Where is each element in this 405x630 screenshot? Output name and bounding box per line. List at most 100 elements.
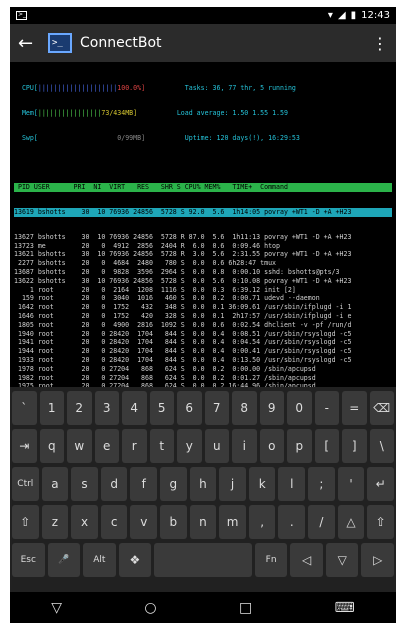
key-5[interactable]: 5 (149, 391, 174, 425)
back-arrow-icon[interactable]: ← (18, 33, 48, 54)
key-3[interactable]: 3 (94, 391, 119, 425)
key-9[interactable]: l (278, 467, 306, 501)
enter-key[interactable]: ↵ (367, 467, 394, 501)
process-row[interactable]: 1944 root 20 0 28420 1704 844 S 0.0 0.4 … (14, 347, 392, 356)
mem-bar: |||||||||||||||| (37, 108, 102, 117)
key-12[interactable]: = (342, 391, 367, 425)
key-12[interactable]: ] (342, 429, 367, 463)
key-4[interactable]: f (130, 467, 158, 501)
arrow-right-key[interactable]: ▷ (361, 543, 395, 577)
key-8[interactable]: i (232, 429, 257, 463)
key-7[interactable]: u (204, 429, 229, 463)
cpu-bar: |||||||||||||||||||| (37, 84, 118, 92)
key-5[interactable]: t (149, 429, 174, 463)
key-3[interactable]: d (100, 467, 128, 501)
process-row[interactable]: 2277 bshotts 20 0 4684 2480 780 S 0.0 0.… (14, 259, 392, 268)
key-1[interactable]: 1 (39, 391, 64, 425)
key-6[interactable]: h (189, 467, 217, 501)
nav-home-icon[interactable]: ○ (144, 600, 156, 616)
tab-key[interactable]: ⇥ (12, 429, 37, 463)
navigation-bar: ▽ ○ □ ⌨ (10, 592, 396, 623)
key-2[interactable]: w (67, 429, 92, 463)
shift-key[interactable]: ⇧ (367, 505, 394, 539)
terminal-view[interactable]: CPU[||||||||||||||||||||100.0%] Tasks: 3… (10, 62, 396, 387)
key-5[interactable]: g (160, 467, 187, 501)
key-3[interactable]: e (94, 429, 119, 463)
key-8[interactable]: , (248, 505, 276, 539)
key-1[interactable]: a (41, 467, 69, 501)
backspace-key[interactable]: ⌫ (369, 391, 394, 425)
key-8[interactable]: k (248, 467, 276, 501)
process-row-selected[interactable]: 13619 bshotts 30 10 76936 24856 5728 S 9… (14, 207, 392, 217)
mem-label: Mem[ (21, 108, 38, 117)
terminal-notification-icon: >_ (16, 11, 27, 20)
key-13[interactable]: \ (369, 429, 394, 463)
app-bar: ← >_ ConnectBot ⋮ (10, 24, 396, 62)
key-4[interactable]: r (122, 429, 147, 463)
key-2[interactable]: x (71, 505, 98, 539)
process-row[interactable]: 159 root 20 0 3040 1016 460 S 0.0 0.2 0:… (14, 294, 392, 303)
alt-key[interactable]: Alt (83, 543, 116, 577)
symbols-key[interactable]: ❖ (118, 543, 152, 577)
process-row[interactable]: 1978 root 20 0 27204 868 624 S 0.0 0.2 0… (14, 365, 392, 374)
key-11[interactable]: - (314, 391, 339, 425)
wifi-icon: ▾ (327, 10, 333, 21)
process-table-header: PID USER PRI NI VIRT RES SHR S CPU% MEM%… (14, 183, 392, 192)
process-row[interactable]: 13622 bshotts 30 10 76936 24856 5728 S 0… (14, 277, 392, 286)
process-row[interactable]: 1805 root 20 0 4900 2816 1092 S 0.0 0.6 … (14, 321, 392, 330)
key-11[interactable]: [ (314, 429, 339, 463)
process-row[interactable]: 1642 root 20 0 1752 432 348 S 0.0 0.1 36… (14, 303, 392, 312)
key-1[interactable]: z (41, 505, 69, 539)
process-row[interactable]: 1982 root 20 0 27204 868 624 S 0.0 0.2 0… (14, 374, 392, 383)
key-8[interactable]: 8 (232, 391, 257, 425)
key-10[interactable]: ; (308, 467, 335, 501)
key-6[interactable]: y (177, 429, 202, 463)
key-5[interactable]: b (160, 505, 187, 539)
arrow-down-key[interactable]: ▽ (325, 543, 359, 577)
ctrl-key[interactable]: Ctrl (12, 467, 39, 501)
process-row[interactable]: 13627 bshotts 30 10 76936 24856 5728 R 8… (14, 233, 392, 242)
key-10[interactable]: / (308, 505, 335, 539)
key-7[interactable]: m (219, 505, 246, 539)
overflow-menu-icon[interactable]: ⋮ (372, 34, 388, 53)
nav-recents-icon[interactable]: □ (239, 600, 252, 616)
keyboard-switch-icon[interactable]: ⌨ (335, 600, 355, 616)
keyboard-row-bottom-letters: ⇧ z x c v b n m,. / △ ⇧ (12, 505, 394, 539)
arrow-left-key[interactable]: ◁ (290, 543, 323, 577)
key-3[interactable]: c (100, 505, 128, 539)
process-row[interactable]: 1941 root 20 0 28420 1704 844 S 0.0 0.4 … (14, 338, 392, 347)
key-0[interactable]: ` (12, 391, 37, 425)
process-row[interactable]: 13687 bshotts 20 0 9828 3596 2964 S 0.0 … (14, 268, 392, 277)
key-10[interactable]: p (287, 429, 312, 463)
nav-back-icon[interactable]: ▽ (51, 600, 62, 616)
process-row[interactable]: 1933 root 20 0 28420 1704 844 S 0.0 0.4 … (14, 356, 392, 365)
key-7[interactable]: 7 (204, 391, 229, 425)
microphone-icon[interactable]: 🎤 (47, 543, 81, 577)
arrow-up-key[interactable]: △ (337, 505, 365, 539)
key-6[interactable]: n (189, 505, 217, 539)
key-4[interactable]: v (130, 505, 158, 539)
process-row[interactable]: 1646 root 20 0 1752 420 328 S 0.0 0.1 2h… (14, 312, 392, 321)
process-row[interactable]: 1 root 20 0 2164 1208 1116 S 0.0 0.3 6:3… (14, 286, 392, 295)
key-10[interactable]: 0 (287, 391, 312, 425)
space-key[interactable] (154, 543, 252, 577)
key-9[interactable]: o (259, 429, 284, 463)
key-9[interactable]: 9 (259, 391, 284, 425)
swp-value: 0/99MB] (117, 133, 146, 142)
key-2[interactable]: 2 (67, 391, 92, 425)
fn-key[interactable]: Fn (254, 543, 288, 577)
key-2[interactable]: s (71, 467, 98, 501)
key-11[interactable]: ' (337, 467, 365, 501)
esc-key[interactable]: Esc (12, 543, 45, 577)
key-6[interactable]: 6 (177, 391, 202, 425)
process-row[interactable]: 13621 bshotts 30 10 76936 24856 5728 R 3… (14, 250, 392, 259)
process-row[interactable]: 1940 root 20 0 28420 1704 844 S 0.0 0.4 … (14, 330, 392, 339)
key-4[interactable]: 4 (122, 391, 147, 425)
key-7[interactable]: j (219, 467, 246, 501)
key-9[interactable]: . (278, 505, 306, 539)
connectbot-app-icon: >_ (48, 33, 72, 53)
shift-key[interactable]: ⇧ (12, 505, 39, 539)
key-1[interactable]: q (39, 429, 64, 463)
mem-meter-line: Mem[||||||||||||||||73/434MB] Load avera… (14, 109, 392, 118)
process-row[interactable]: 13723 me 20 0 4912 2856 2404 R 6.0 0.6 0… (14, 242, 392, 251)
